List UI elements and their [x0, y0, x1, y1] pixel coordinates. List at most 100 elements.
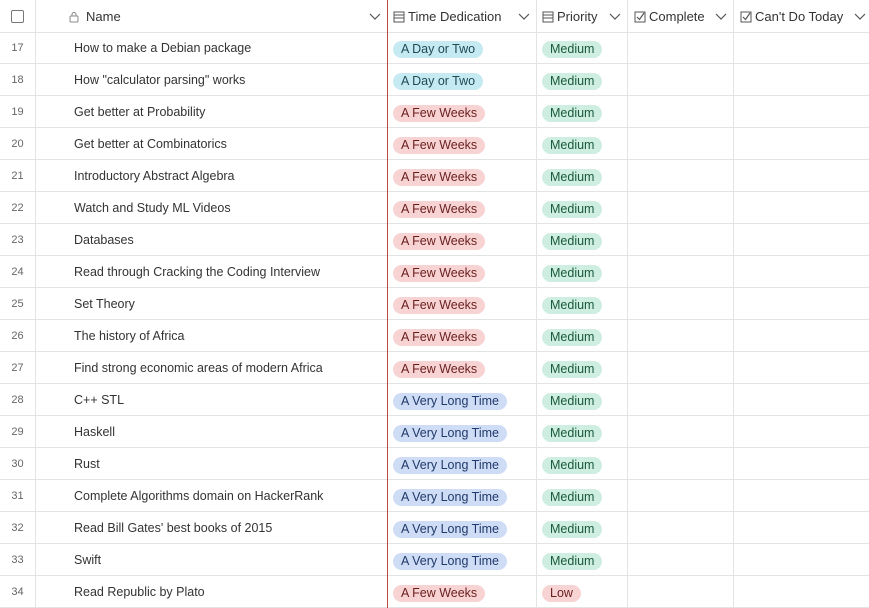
time-dedication-cell[interactable]: A Very Long Time	[388, 480, 537, 512]
time-dedication-cell[interactable]: A Very Long Time	[388, 384, 537, 416]
priority-cell[interactable]: Medium	[537, 32, 628, 64]
row-number-cell[interactable]: 32	[0, 512, 36, 544]
cant-do-today-cell[interactable]	[734, 32, 869, 64]
priority-cell[interactable]: Low	[537, 576, 628, 608]
name-cell[interactable]: Get better at Probability	[36, 96, 388, 128]
time-dedication-cell[interactable]: A Few Weeks	[388, 96, 537, 128]
select-all-cell[interactable]	[0, 0, 36, 33]
table-row[interactable]: 17 How to make a Debian package A Day or T…	[0, 32, 869, 64]
cant-do-today-cell[interactable]	[734, 544, 869, 576]
complete-cell[interactable]	[628, 320, 734, 352]
time-dedication-cell[interactable]: A Very Long Time	[388, 512, 537, 544]
name-cell[interactable]: How "calculator parsing" works	[36, 64, 388, 96]
priority-cell[interactable]: Medium	[537, 256, 628, 288]
row-number-cell[interactable]: 25	[0, 288, 36, 320]
cant-do-today-cell[interactable]	[734, 192, 869, 224]
complete-cell[interactable]	[628, 224, 734, 256]
time-dedication-cell[interactable]: A Few Weeks	[388, 352, 537, 384]
priority-cell[interactable]: Medium	[537, 448, 628, 480]
table-row[interactable]: 29 Haskell A Very Long Time Medium	[0, 416, 869, 448]
row-number-cell[interactable]: 19	[0, 96, 36, 128]
priority-cell[interactable]: Medium	[537, 416, 628, 448]
row-number-cell[interactable]: 23	[0, 224, 36, 256]
priority-cell[interactable]: Medium	[537, 192, 628, 224]
table-row[interactable]: 30 Rust A Very Long Time Medium	[0, 448, 869, 480]
table-row[interactable]: 18 How "calculator parsing" works A Day or…	[0, 64, 869, 96]
priority-cell[interactable]: Medium	[537, 288, 628, 320]
row-number-cell[interactable]: 20	[0, 128, 36, 160]
name-cell[interactable]: Watch and Study ML Videos	[36, 192, 388, 224]
table-row[interactable]: 19 Get better at Probability A Few Weeks Me…	[0, 96, 869, 128]
table-row[interactable]: 34 Read Republic by Plato A Few Weeks Low	[0, 576, 869, 608]
table-row[interactable]: 23 Databases A Few Weeks Medium	[0, 224, 869, 256]
cant-do-today-cell[interactable]	[734, 416, 869, 448]
row-number-cell[interactable]: 21	[0, 160, 36, 192]
table-row[interactable]: 33 Swift A Very Long Time Medium	[0, 544, 869, 576]
chevron-down-icon[interactable]	[714, 9, 728, 23]
table-row[interactable]: 21 Introductory Abstract Algebra A Few Wee…	[0, 160, 869, 192]
cant-do-today-cell[interactable]	[734, 576, 869, 608]
cant-do-today-cell[interactable]	[734, 352, 869, 384]
cant-do-today-cell[interactable]	[734, 512, 869, 544]
table-row[interactable]: 28 C++ STL A Very Long Time Medium	[0, 384, 869, 416]
name-cell[interactable]: The history of Africa	[36, 320, 388, 352]
priority-cell[interactable]: Medium	[537, 512, 628, 544]
priority-cell[interactable]: Medium	[537, 96, 628, 128]
complete-cell[interactable]	[628, 512, 734, 544]
row-number-cell[interactable]: 18	[0, 64, 36, 96]
table-row[interactable]: 31 Complete Algorithms domain on HackerRa…	[0, 480, 869, 512]
cant-do-today-cell[interactable]	[734, 256, 869, 288]
row-number-cell[interactable]: 26	[0, 320, 36, 352]
time-dedication-cell[interactable]: A Day or Two	[388, 32, 537, 64]
complete-cell[interactable]	[628, 416, 734, 448]
name-cell[interactable]: Read Bill Gates' best books of 2015	[36, 512, 388, 544]
time-dedication-cell[interactable]: A Few Weeks	[388, 288, 537, 320]
time-dedication-cell[interactable]: A Very Long Time	[388, 416, 537, 448]
column-header-priority[interactable]: Priority	[537, 0, 628, 33]
complete-cell[interactable]	[628, 384, 734, 416]
cant-do-today-cell[interactable]	[734, 480, 869, 512]
complete-cell[interactable]	[628, 288, 734, 320]
column-header-complete[interactable]: Complete	[628, 0, 734, 33]
row-number-cell[interactable]: 30	[0, 448, 36, 480]
name-cell[interactable]: Complete Algorithms domain on HackerRank	[36, 480, 388, 512]
time-dedication-cell[interactable]: A Few Weeks	[388, 576, 537, 608]
row-number-cell[interactable]: 22	[0, 192, 36, 224]
complete-cell[interactable]	[628, 160, 734, 192]
time-dedication-cell[interactable]: A Few Weeks	[388, 320, 537, 352]
chevron-down-icon[interactable]	[853, 9, 867, 23]
cant-do-today-cell[interactable]	[734, 288, 869, 320]
time-dedication-cell[interactable]: A Few Weeks	[388, 256, 537, 288]
cant-do-today-cell[interactable]	[734, 160, 869, 192]
name-cell[interactable]: Set Theory	[36, 288, 388, 320]
priority-cell[interactable]: Medium	[537, 64, 628, 96]
cant-do-today-cell[interactable]	[734, 64, 869, 96]
row-number-cell[interactable]: 33	[0, 544, 36, 576]
name-cell[interactable]: Databases	[36, 224, 388, 256]
table-row[interactable]: 22 Watch and Study ML Videos A Few Weeks Me…	[0, 192, 869, 224]
table-row[interactable]: 27 Find strong economic areas of modern A…	[0, 352, 869, 384]
row-number-cell[interactable]: 24	[0, 256, 36, 288]
name-cell[interactable]: Get better at Combinatorics	[36, 128, 388, 160]
complete-cell[interactable]	[628, 352, 734, 384]
name-cell[interactable]: C++ STL	[36, 384, 388, 416]
table-row[interactable]: 24 Read through Cracking the Coding Inter…	[0, 256, 869, 288]
complete-cell[interactable]	[628, 544, 734, 576]
name-cell[interactable]: Introductory Abstract Algebra	[36, 160, 388, 192]
table-row[interactable]: 20 Get better at Combinatorics A Few Weeks…	[0, 128, 869, 160]
chevron-down-icon[interactable]	[608, 9, 622, 23]
complete-cell[interactable]	[628, 96, 734, 128]
priority-cell[interactable]: Medium	[537, 480, 628, 512]
time-dedication-cell[interactable]: A Very Long Time	[388, 448, 537, 480]
table-row[interactable]: 25 Set Theory A Few Weeks Medium	[0, 288, 869, 320]
complete-cell[interactable]	[628, 576, 734, 608]
name-cell[interactable]: Find strong economic areas of modern Afr…	[36, 352, 388, 384]
complete-cell[interactable]	[628, 64, 734, 96]
table-row[interactable]: 26 The history of Africa A Few Weeks Medium	[0, 320, 869, 352]
complete-cell[interactable]	[628, 32, 734, 64]
time-dedication-cell[interactable]: A Very Long Time	[388, 544, 537, 576]
complete-cell[interactable]	[628, 480, 734, 512]
priority-cell[interactable]: Medium	[537, 160, 628, 192]
column-header-time-dedication[interactable]: Time Dedication	[388, 0, 537, 33]
table-row[interactable]: 32 Read Bill Gates' best books of 2015 A V…	[0, 512, 869, 544]
